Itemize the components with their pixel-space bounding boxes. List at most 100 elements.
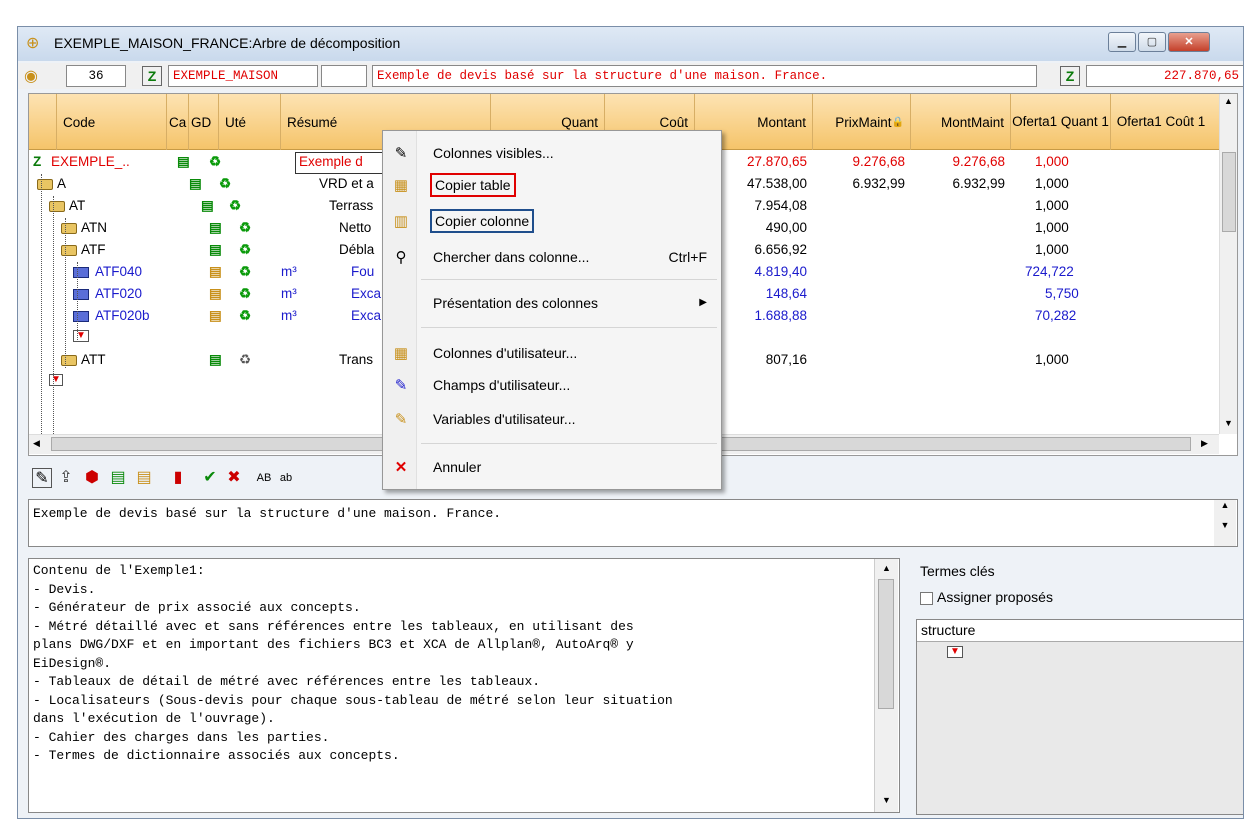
content-editor[interactable]: Contenu de l'Exemple1: - Devis. - Généra… — [28, 558, 900, 813]
book-icon: ▤ — [189, 176, 202, 191]
scroll-up-icon[interactable]: ▲ — [882, 563, 891, 573]
menu-item-column-presentation[interactable]: Présentation des colonnes ▶ — [383, 291, 721, 317]
submenu-arrow-icon: ▶ — [699, 297, 707, 308]
root-icon: Z — [142, 66, 162, 86]
col-montmaint[interactable]: MontMaint — [911, 94, 1011, 150]
unit-field[interactable] — [321, 65, 367, 87]
resume-cell: Exca — [351, 286, 382, 301]
montmaint-cell: 9.276,68 — [952, 154, 1005, 169]
assign-label: Assigner proposés — [937, 589, 1053, 605]
recycle-icon: ♻ — [229, 198, 242, 213]
menu-item-search-column[interactable]: ⚲ Chercher dans colonne... Ctrl+F — [383, 245, 721, 271]
uppercase-button[interactable]: AB — [254, 468, 274, 488]
col-oferta-cout[interactable]: Oferta1 Coût 1 — [1111, 94, 1211, 150]
accept-icon[interactable]: ✔ — [200, 468, 220, 488]
scroll-right-icon[interactable]: ▶ — [1201, 438, 1208, 449]
keyword-field[interactable]: structure — [917, 620, 1243, 642]
maximize-button[interactable]: ▢ — [1138, 32, 1166, 52]
resume-cell: Exca — [351, 308, 382, 323]
pdf-icon[interactable]: ⬢ — [82, 468, 102, 488]
export-icon[interactable]: ⇪ — [56, 468, 76, 488]
col-code[interactable]: Code — [57, 94, 167, 150]
recycle-icon: ♻ — [239, 286, 252, 301]
edit-icon[interactable]: ✎ — [32, 468, 52, 488]
lock-icon: 🔒 — [891, 116, 904, 128]
ute-cell: m³ — [281, 286, 297, 301]
book-icon: ▤ — [209, 220, 222, 235]
checkbox-box[interactable] — [920, 591, 933, 605]
close-button[interactable]: ✕ — [1168, 32, 1210, 52]
reject-icon[interactable]: ✖ — [224, 468, 244, 488]
summary-scrollbar[interactable]: ▲ ▼ — [1214, 500, 1236, 546]
user-columns-icon: ▦ — [393, 345, 409, 362]
add-keyword-icon[interactable]: ▼ — [947, 646, 963, 658]
menu-item-cancel[interactable]: ✕ Annuler — [383, 455, 721, 481]
unit-item-icon — [73, 286, 89, 301]
oferta-cell: 70,282 — [1035, 308, 1077, 323]
scroll-up-icon[interactable]: ▲ — [1224, 96, 1233, 106]
scroll-left-icon[interactable]: ◀ — [33, 438, 40, 449]
folder-icon — [37, 176, 53, 191]
content-line: plans DWG/DXF et en important des fichie… — [33, 637, 634, 652]
count-field[interactable]: 36 — [66, 65, 126, 87]
col-oferta-quant[interactable]: Oferta1 Quant 1 — [1011, 94, 1111, 150]
ute-cell: m³ — [281, 264, 297, 279]
vertical-scrollbar[interactable]: ▲ ▼ — [1219, 94, 1237, 434]
resume-cell: Débla — [339, 242, 375, 257]
recycle-icon: ♻ — [239, 220, 252, 235]
recycle-icon: ♻ — [239, 352, 252, 367]
menu-item-user-variables[interactable]: ✎ Variables d'utilisateur... — [383, 407, 721, 433]
menu-item-copy-column[interactable]: ▥ Copier colonne — [383, 209, 721, 235]
lowercase-button[interactable]: ab — [276, 468, 296, 488]
col-prixmaint[interactable]: PrixMaint 🔒 — [813, 94, 911, 150]
col-ca[interactable]: Ca — [167, 94, 189, 150]
content-scrollbar[interactable]: ▲ ▼ — [874, 559, 898, 812]
summary-field[interactable]: Exemple de devis basé sur la structure d… — [372, 65, 1037, 87]
menu-item-user-columns[interactable]: ▦ Colonnes d'utilisateur... — [383, 341, 721, 367]
code-field[interactable]: EXEMPLE_MAISON — [168, 65, 318, 87]
montmaint-cell: 6.932,99 — [952, 176, 1005, 191]
tree-line — [41, 174, 42, 434]
unit-item-icon — [73, 264, 89, 279]
user-variables-icon: ✎ — [394, 411, 408, 428]
recycle-icon: ♻ — [239, 308, 252, 323]
book-icon: ▤ — [209, 352, 222, 367]
tree-line — [77, 262, 78, 342]
scroll-down-icon[interactable]: ▼ — [1224, 418, 1233, 428]
col-gd[interactable]: GD — [189, 94, 219, 150]
book-icon: ▤ — [209, 242, 222, 257]
oferta-cell: 1,000 — [1035, 198, 1069, 213]
measurement-icon: ▼ — [49, 374, 63, 386]
total-field[interactable]: 227.870,65 — [1086, 65, 1243, 87]
price-book-icon[interactable]: ▤ — [134, 468, 154, 488]
oferta-cell: 1,000 — [1035, 220, 1069, 235]
assign-checkbox[interactable]: Assigner proposés — [920, 589, 1053, 605]
book-icon[interactable]: ▤ — [108, 468, 128, 488]
menu-separator — [421, 443, 717, 444]
app-icon: ⊕ — [26, 35, 40, 52]
binoculars-icon: ⚲ — [395, 249, 407, 266]
oferta-cell: 724,722 — [1025, 264, 1074, 279]
unit-item-icon — [73, 308, 89, 323]
col-ute[interactable]: Uté — [219, 94, 281, 150]
scroll-down-icon[interactable]: ▼ — [882, 795, 891, 805]
content-scroll-thumb[interactable] — [878, 579, 894, 709]
minimize-button[interactable]: ▁ — [1108, 32, 1136, 52]
window-title: EXEMPLE_MAISON_FRANCE:Arbre de décomposi… — [54, 35, 401, 51]
menu-item-copy-table[interactable]: ▦ Copier table — [383, 173, 721, 199]
user-fields-icon: ✎ — [394, 377, 408, 394]
price-book-icon: ▤ — [209, 264, 222, 279]
scroll-thumb[interactable] — [1222, 152, 1236, 232]
content-line: dans l'exécution de l'ouvrage). — [33, 711, 275, 726]
menu-item-user-fields[interactable]: ✎ Champs d'utilisateur... — [383, 373, 721, 399]
dictionary-icon[interactable]: ▮ — [168, 468, 188, 488]
code-cell: ATN — [81, 220, 107, 235]
code-cell: ATT — [81, 352, 106, 367]
code-cell: AT — [69, 198, 86, 213]
menu-item-visible-columns[interactable]: ✎ Colonnes visibles... — [383, 141, 721, 167]
resume-cell[interactable]: Exemple d — [295, 152, 385, 174]
recycle-icon: ♻ — [239, 264, 252, 279]
code-cell: EXEMPLE_.. — [51, 154, 130, 169]
summary-editor[interactable]: Exemple de devis basé sur la structure d… — [28, 499, 1238, 547]
content-line: - Cahier des charges dans les parties. — [33, 729, 330, 745]
